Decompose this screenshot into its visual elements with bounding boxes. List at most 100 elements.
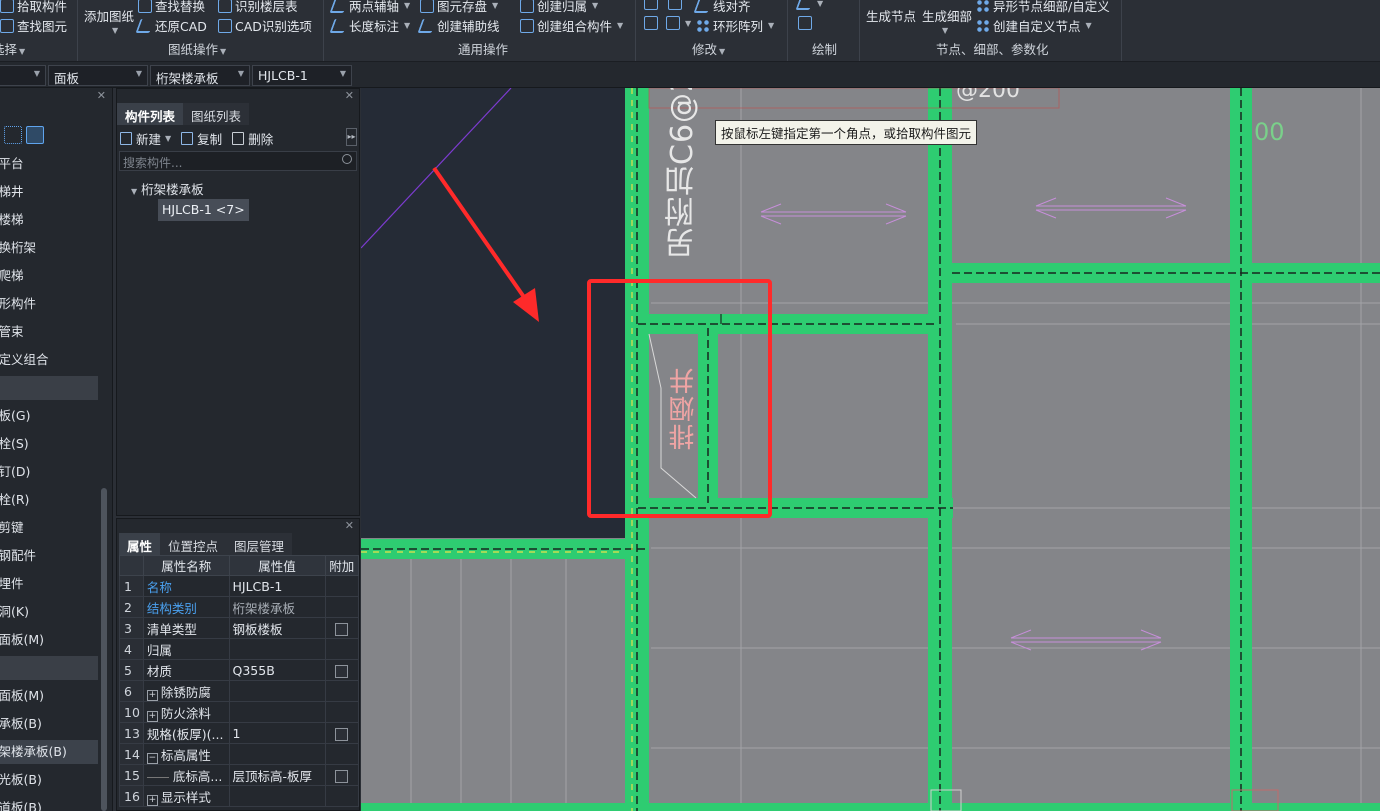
list-view-icon[interactable] bbox=[26, 126, 44, 144]
collapse-icon[interactable]: − bbox=[146, 752, 158, 764]
cad-canvas[interactable]: 另附加C6@20 排烟井 @200 00 按鼠标左键指定第一个角点，或拾取构件图… bbox=[361, 88, 1380, 811]
tab-component-list[interactable]: 构件列表 bbox=[117, 103, 184, 125]
sidebar-item[interactable]: 转换桁架 bbox=[0, 236, 98, 260]
sidebar-item[interactable]: 型钢配件 bbox=[0, 544, 98, 568]
tree-child-item[interactable]: HJLCB-1 <7> bbox=[158, 199, 249, 221]
nav-scrollbar[interactable] bbox=[101, 488, 107, 811]
component-select[interactable]: HJLCB-1 ▼ bbox=[252, 65, 352, 86]
property-value[interactable] bbox=[228, 785, 326, 807]
table-row[interactable]: 4 归属 bbox=[119, 638, 360, 660]
table-row[interactable]: 1 名称 HJLCB-1 bbox=[119, 575, 360, 597]
offset-tool-button[interactable] bbox=[668, 0, 682, 10]
component-search-input[interactable]: 搜索构件... bbox=[119, 151, 357, 171]
table-row[interactable]: 16 + 显示样式 bbox=[119, 785, 360, 807]
sidebar-item[interactable]: 桁架楼承板(B) bbox=[0, 740, 98, 764]
new-button[interactable]: 新建 ▼ bbox=[120, 129, 171, 148]
group-label-drawing[interactable]: 图纸操作 ▼ bbox=[168, 39, 226, 58]
move-tool-button[interactable] bbox=[644, 16, 658, 30]
extra-checkbox[interactable] bbox=[335, 769, 349, 783]
add-drawing-button[interactable]: 添加图纸 bbox=[84, 6, 134, 25]
property-value[interactable]: 钢板楼板 bbox=[228, 617, 326, 639]
sidebar-item[interactable]: 楼承板(B) bbox=[0, 712, 98, 736]
align-line-button[interactable]: 线对齐 bbox=[693, 0, 751, 15]
generate-node-button[interactable]: 生成节点 bbox=[866, 6, 916, 25]
property-value[interactable]: 1 bbox=[228, 722, 326, 744]
close-icon[interactable]: ✕ bbox=[345, 89, 354, 102]
sidebar-item[interactable]: 通道板(B) bbox=[0, 796, 98, 811]
save-element-button[interactable]: 图元存盘 ▼ bbox=[420, 0, 498, 15]
sidebar-item[interactable]: 钢平台 bbox=[0, 152, 98, 176]
table-row[interactable]: 15 底标高... 层顶标高-板厚 bbox=[119, 764, 360, 786]
sidebar-item[interactable]: 采光板(B) bbox=[0, 768, 98, 792]
find-replace-button[interactable]: 查找替换 bbox=[138, 0, 205, 15]
sidebar-item[interactable]: 钢板(G) bbox=[0, 404, 98, 428]
ring-array-button[interactable]: 环形阵列 ▼ bbox=[696, 16, 774, 35]
copy-tool-button[interactable] bbox=[644, 0, 658, 10]
generate-detail-button[interactable]: 生成细部 bbox=[922, 6, 972, 25]
tree-root-item[interactable]: ▼ 桁架楼承板 bbox=[131, 179, 204, 198]
sidebar-item[interactable]: 自定义组合 bbox=[0, 348, 98, 372]
property-value[interactable] bbox=[228, 743, 326, 765]
cad-options-button[interactable]: CAD识别选项 bbox=[218, 16, 312, 35]
property-value[interactable] bbox=[228, 680, 326, 702]
property-value[interactable] bbox=[228, 701, 326, 723]
sidebar-item[interactable]: 钢爬梯 bbox=[0, 264, 98, 288]
sidebar-item[interactable]: 屋面板(M) bbox=[0, 628, 98, 652]
custom-node-detail-button[interactable]: 异形节点细部/自定义 bbox=[976, 0, 1110, 15]
table-row[interactable]: 3 清单类型 钢板楼板 bbox=[119, 617, 360, 639]
copy-button[interactable]: 复制 bbox=[181, 129, 222, 148]
property-value[interactable] bbox=[228, 638, 326, 660]
create-ownership-button[interactable]: 创建归属 ▼ bbox=[520, 0, 598, 15]
table-row[interactable]: 2 结构类别 桁架楼承板 bbox=[119, 596, 360, 618]
grid-view-icon[interactable] bbox=[4, 126, 22, 144]
floor-select[interactable]: ▼ bbox=[0, 65, 46, 86]
table-row[interactable]: 10 + 防火涂料 bbox=[119, 701, 360, 723]
table-row[interactable]: 5 材质 Q355B bbox=[119, 659, 360, 681]
table-row[interactable]: 14− 标高属性 bbox=[119, 743, 360, 765]
sidebar-item[interactable]: 抗剪键 bbox=[0, 516, 98, 540]
table-row[interactable]: 13 规格(板厚)(... 1 bbox=[119, 722, 360, 744]
property-value[interactable]: 桁架楼承板 bbox=[228, 596, 326, 618]
sidebar-item[interactable]: 预埋件 bbox=[0, 572, 98, 596]
length-dimension-button[interactable]: 长度标注 ▼ bbox=[329, 16, 410, 35]
draw-line-button[interactable]: ▼ bbox=[795, 0, 823, 10]
expand-icon[interactable]: + bbox=[146, 794, 158, 806]
property-value[interactable]: HJLCB-1 bbox=[228, 575, 326, 597]
type-select[interactable]: 桁架楼承板 ▼ bbox=[150, 65, 250, 86]
group-label-modify[interactable]: 修改 ▼ bbox=[692, 39, 725, 58]
sidebar-item[interactable]: 栓钉(D) bbox=[0, 460, 98, 484]
group-label-select[interactable]: 选择▼ bbox=[0, 39, 25, 58]
tab-drawing-list[interactable]: 图纸列表 bbox=[183, 103, 250, 125]
expand-icon[interactable]: + bbox=[146, 689, 158, 701]
sidebar-item[interactable]: 钢管束 bbox=[0, 320, 98, 344]
sidebar-item[interactable]: 墙面板(M) bbox=[0, 684, 98, 708]
extra-checkbox[interactable] bbox=[335, 622, 349, 636]
sidebar-item[interactable]: 孔洞(K) bbox=[0, 600, 98, 624]
sidebar-item[interactable]: 螺栓(S) bbox=[0, 432, 98, 456]
expand-icon[interactable]: + bbox=[146, 710, 158, 722]
close-icon[interactable]: ✕ bbox=[97, 89, 106, 102]
mirror-tool-button[interactable]: ▼ bbox=[666, 16, 691, 30]
sidebar-item[interactable]: 异形构件 bbox=[0, 292, 98, 316]
restore-cad-button[interactable]: 还原CAD bbox=[135, 16, 207, 35]
property-value[interactable]: 层顶标高-板厚 bbox=[228, 764, 326, 786]
close-icon[interactable]: ✕ bbox=[345, 519, 354, 532]
sidebar-item[interactable]: 钢楼梯 bbox=[0, 208, 98, 232]
table-row[interactable]: 6 + 除锈防腐 bbox=[119, 680, 360, 702]
expand-panel-button[interactable]: ▸▸ bbox=[346, 128, 357, 146]
extra-checkbox[interactable] bbox=[335, 664, 349, 678]
extra-checkbox[interactable] bbox=[335, 727, 349, 741]
create-aux-line-button[interactable]: 创建辅助线 bbox=[417, 16, 500, 35]
sidebar-item[interactable]: 锚栓(R) bbox=[0, 488, 98, 512]
create-combo-button[interactable]: 创建组合构件 ▼ bbox=[520, 16, 623, 35]
pick-component-button[interactable]: 拾取构件 bbox=[0, 0, 67, 15]
find-element-button[interactable]: 查找图元 bbox=[0, 16, 67, 35]
identify-floor-table-button[interactable]: 识别楼层表 bbox=[218, 0, 298, 15]
draw-rect-button[interactable] bbox=[798, 16, 812, 30]
delete-button[interactable]: 删除 bbox=[232, 129, 273, 148]
add-drawing-caret[interactable]: ▼ bbox=[112, 26, 118, 35]
generate-detail-caret[interactable]: ▼ bbox=[942, 26, 948, 35]
create-custom-node-button[interactable]: 创建自定义节点 ▼ bbox=[976, 16, 1092, 35]
category-select[interactable]: 面板 ▼ bbox=[48, 65, 148, 86]
two-point-axis-button[interactable]: 两点辅轴 ▼ bbox=[329, 0, 410, 15]
